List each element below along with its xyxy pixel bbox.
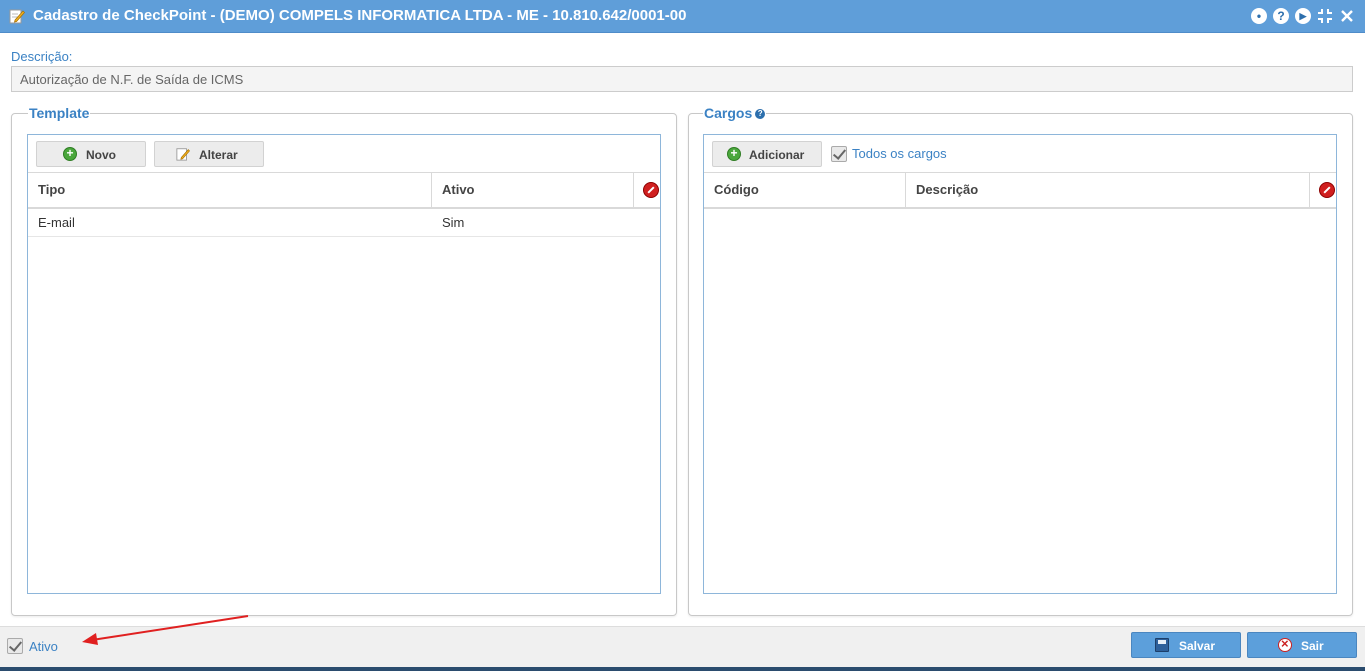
table-row[interactable]: E-mail Sim <box>28 209 660 237</box>
adicionar-button[interactable]: + Adicionar <box>712 141 822 167</box>
cargos-grid: + Adicionar Todos os cargos Código Descr… <box>703 134 1337 594</box>
template-legend: Template <box>28 105 91 121</box>
column-header-descricao[interactable]: Descrição <box>906 173 1310 207</box>
window-title: Cadastro de CheckPoint - (DEMO) COMPELS … <box>33 7 687 24</box>
alterar-button[interactable]: Alterar <box>154 141 264 167</box>
help-icon[interactable]: ? <box>755 109 766 119</box>
taskbar-strip <box>0 667 1365 671</box>
cell-ativo: Sim <box>442 215 465 230</box>
cargos-legend-text: Cargos <box>704 105 753 121</box>
todos-cargos-checkbox[interactable] <box>831 146 847 162</box>
ativo-checkbox[interactable] <box>7 638 23 654</box>
delete-icon[interactable] <box>643 182 659 198</box>
sair-label: Sair <box>1301 639 1324 653</box>
window-titlebar: Cadastro de CheckPoint - (DEMO) COMPELS … <box>0 0 1365 33</box>
template-fieldset: Template + Novo Alterar Tipo Ativo E-mai… <box>11 105 677 616</box>
add-icon: + <box>63 147 77 161</box>
cargos-fieldset: Cargos? + Adicionar Todos os cargos Códi… <box>688 105 1353 616</box>
descricao-label: Descrição: <box>11 49 73 64</box>
chat-icon[interactable]: • <box>1251 8 1267 24</box>
salvar-button[interactable]: Salvar <box>1131 632 1241 658</box>
salvar-label: Salvar <box>1179 639 1216 653</box>
template-grid-header: Tipo Ativo <box>28 173 660 209</box>
annotation-arrow <box>82 615 249 645</box>
help-icon[interactable]: ? <box>1273 8 1289 24</box>
column-header-tipo[interactable]: Tipo <box>28 173 432 207</box>
todos-cargos-label[interactable]: Todos os cargos <box>852 146 947 161</box>
alterar-label: Alterar <box>199 148 238 162</box>
ativo-label[interactable]: Ativo <box>29 639 58 654</box>
novo-button[interactable]: + Novo <box>36 141 146 167</box>
compress-icon[interactable] <box>1317 8 1333 24</box>
adicionar-label: Adicionar <box>749 148 805 162</box>
sair-button[interactable]: Sair <box>1247 632 1357 658</box>
add-icon: + <box>727 147 741 161</box>
cargos-grid-header: Código Descrição <box>704 173 1336 209</box>
cell-tipo: E-mail <box>38 215 75 230</box>
template-toolbar: + Novo Alterar <box>28 135 660 173</box>
column-header-ativo[interactable]: Ativo <box>432 173 634 207</box>
delete-icon[interactable] <box>1319 182 1335 198</box>
novo-label: Novo <box>86 148 116 162</box>
template-grid: + Novo Alterar Tipo Ativo E-mail Sim <box>27 134 661 594</box>
column-header-codigo[interactable]: Código <box>704 173 906 207</box>
close-icon[interactable] <box>1339 8 1355 24</box>
cargos-toolbar: + Adicionar Todos os cargos <box>704 135 1336 173</box>
edit-icon <box>176 148 190 161</box>
edit-icon <box>9 9 25 24</box>
cargos-legend: Cargos? <box>703 105 767 121</box>
play-icon[interactable]: ▶ <box>1295 8 1311 24</box>
descricao-field[interactable]: Autorização de N.F. de Saída de ICMS <box>11 66 1353 92</box>
save-icon <box>1155 638 1169 652</box>
exit-icon <box>1278 636 1292 652</box>
